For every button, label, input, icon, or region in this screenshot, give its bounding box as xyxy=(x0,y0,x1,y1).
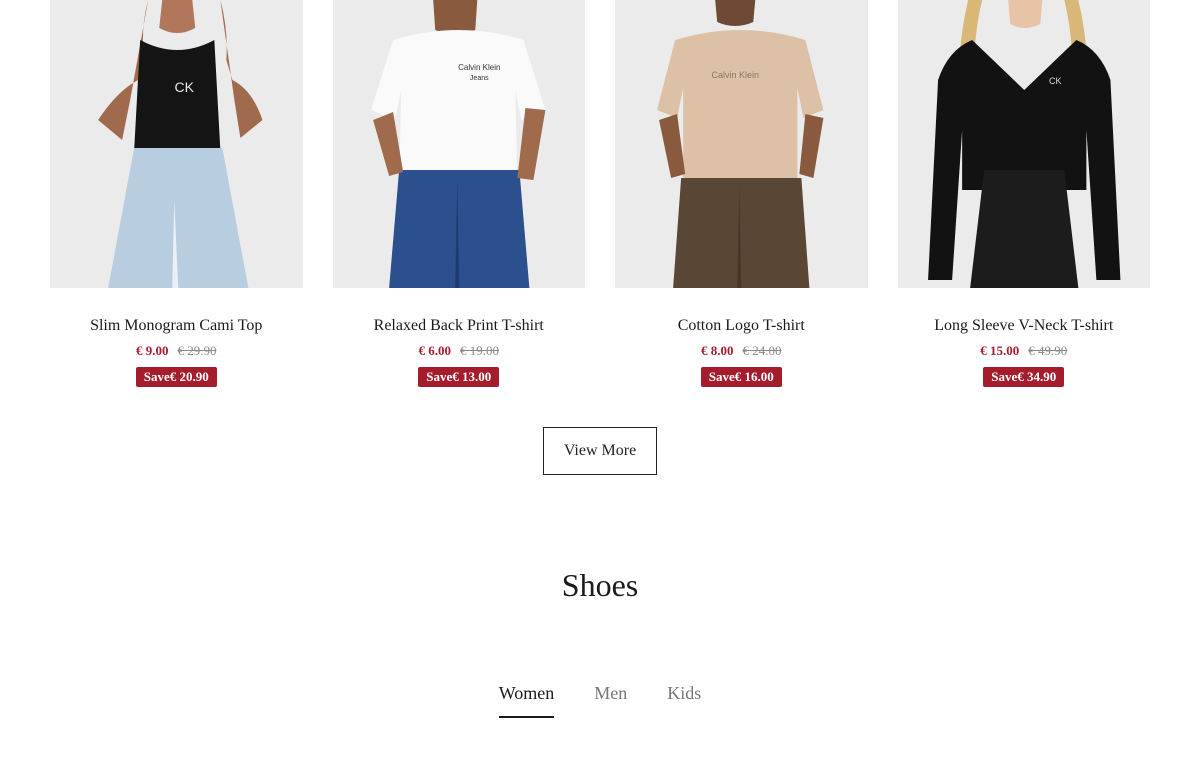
svg-text:Calvin Klein: Calvin Klein xyxy=(458,63,500,72)
svg-text:CK: CK xyxy=(1049,76,1062,86)
sale-price: € 8.00 xyxy=(701,343,734,358)
category-tabs: Women Men Kids xyxy=(0,681,1200,718)
savings-badge: Save€ 13.00 xyxy=(418,367,500,387)
section-title: Shoes xyxy=(561,567,639,603)
product-card[interactable]: Calvin Klein Cotton Logo T-shirt € 8.00 … xyxy=(615,0,868,387)
tab-men[interactable]: Men xyxy=(594,681,627,718)
product-image[interactable]: CK xyxy=(50,0,303,288)
product-image[interactable]: CK xyxy=(897,0,1150,288)
product-name[interactable]: Slim Monogram Cami Top xyxy=(90,317,262,335)
svg-text:Jeans: Jeans xyxy=(469,75,488,82)
sale-price: € 6.00 xyxy=(418,343,452,358)
original-price: € 24.00 xyxy=(742,343,782,358)
svg-text:Calvin Klein: Calvin Klein xyxy=(711,70,759,80)
savings-badge: Save€ 34.90 xyxy=(983,367,1065,387)
product-card[interactable]: CK Long Sleeve V-Neck T-shirt € 15.00 € … xyxy=(897,0,1150,387)
original-price: € 29.90 xyxy=(177,343,217,358)
product-name[interactable]: Cotton Logo T-shirt xyxy=(678,317,805,335)
tab-women[interactable]: Women xyxy=(498,681,555,718)
product-prices: € 15.00 € 49.90 xyxy=(980,343,1067,359)
original-price: € 19.00 xyxy=(460,343,499,358)
product-name[interactable]: Long Sleeve V-Neck T-shirt xyxy=(934,317,1113,335)
product-name[interactable]: Relaxed Back Print T-shirt xyxy=(374,317,544,335)
product-prices: € 9.00 € 29.90 xyxy=(136,343,217,359)
sale-price: € 15.00 xyxy=(980,343,1020,358)
product-prices: € 8.00 € 24.00 xyxy=(701,343,782,359)
savings-badge: Save€ 20.90 xyxy=(135,367,217,387)
product-card[interactable]: CK Slim Monogram Cami Top € 9.00 € 29.90… xyxy=(50,0,303,387)
product-image[interactable]: Calvin Klein xyxy=(615,0,868,288)
product-image[interactable]: Calvin Klein Jeans xyxy=(332,0,585,288)
view-more-button[interactable]: View More xyxy=(543,427,657,475)
svg-text:CK: CK xyxy=(175,79,195,95)
product-card[interactable]: Calvin Klein Jeans Relaxed Back Print T-… xyxy=(332,0,585,387)
tab-kids[interactable]: Kids xyxy=(667,681,701,718)
original-price: € 49.90 xyxy=(1028,343,1068,358)
product-grid: CK Slim Monogram Cami Top € 9.00 € 29.90… xyxy=(50,0,1150,387)
product-prices: € 6.00 € 19.00 xyxy=(419,343,500,359)
savings-badge: Save€ 16.00 xyxy=(700,367,782,387)
sale-price: € 9.00 xyxy=(136,343,169,358)
